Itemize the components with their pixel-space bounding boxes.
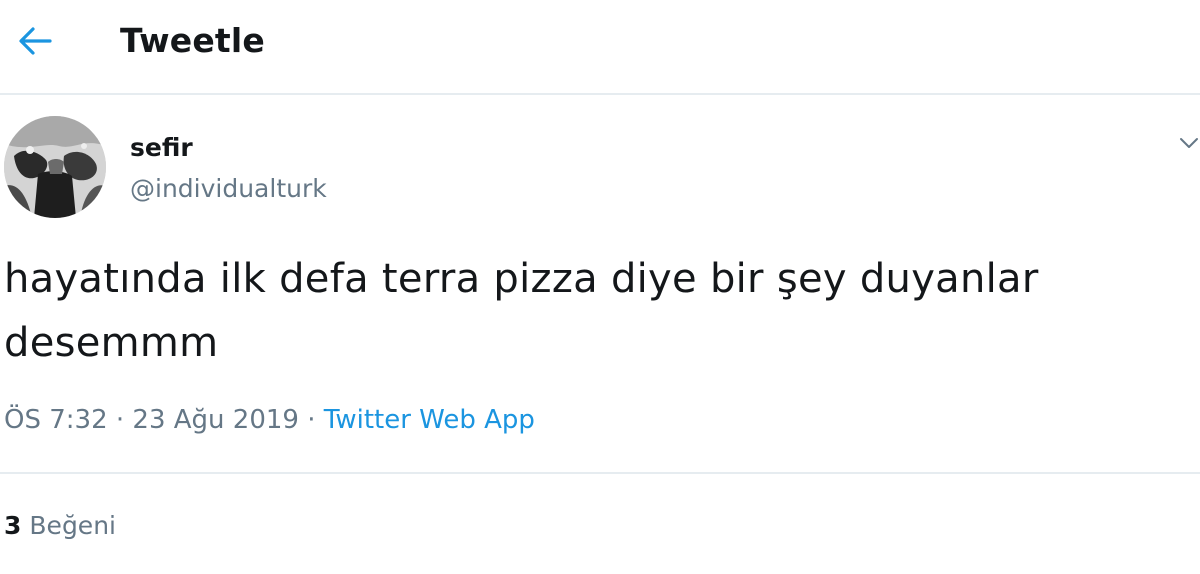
arrow-left-icon [19,27,52,55]
likes-count: 3 [4,511,22,540]
meta-separator: · [115,405,125,435]
tweet-meta: ÖS 7:32 · 23 Ağu 2019 · Twitter Web App [4,400,535,440]
author-name[interactable]: sefir [130,132,193,164]
page-title: Tweetle [120,21,266,60]
likes-stat[interactable]: 3 Beğeni [4,508,116,544]
tweet-time[interactable]: ÖS 7:32 [4,405,108,435]
avatar[interactable] [4,116,106,218]
tweet-source-link[interactable]: Twitter Web App [324,405,535,435]
divider [0,472,1200,474]
meta-separator: · [307,405,316,435]
likes-label: Beğeni [29,511,116,540]
tweet-date[interactable]: 23 Ağu 2019 [132,405,299,435]
top-bar: Tweetle [0,0,1200,95]
author-handle[interactable]: @individualturk [130,173,327,205]
tweet-text-line: hayatında ilk defa terra pizza diye bir … [4,256,1039,302]
tweet-text: hayatında ilk defa terra pizza diye bir … [4,247,1184,375]
back-button[interactable] [12,18,58,64]
chevron-down-icon [1180,138,1198,148]
tweet-text-line: desemmm [4,320,219,366]
more-options-button[interactable] [1178,132,1200,154]
